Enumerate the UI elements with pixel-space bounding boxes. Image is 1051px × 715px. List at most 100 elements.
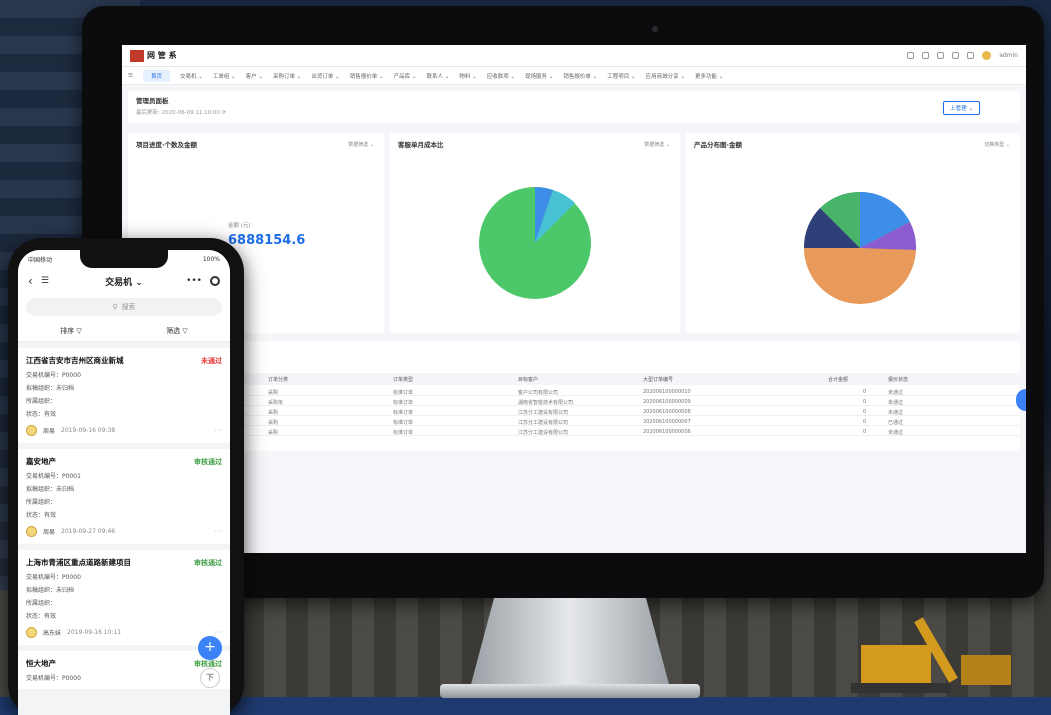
nav-item[interactable]: 更多功能 ⌄ — [695, 72, 723, 80]
list-item[interactable]: 江西省吉安市吉州区商业新城 未通过 交易机编号：P0000 拟稿组织：未归档 所… — [18, 348, 230, 443]
nav-item[interactable]: 现场服务 ⌄ — [525, 72, 553, 80]
cell: 采购 — [268, 420, 279, 426]
cell: 采购单 — [268, 400, 284, 406]
nav-item[interactable]: 销售报价单 ⌄ — [350, 72, 384, 80]
cell: 0 — [863, 419, 867, 425]
filter-button[interactable]: 筛选 ▽ — [166, 326, 188, 336]
table-row[interactable]: 采购 标准订单 江苏分工建设有限公司 202006100000006 0 未通过 — [128, 427, 1020, 436]
card-filter[interactable]: 切换类型 ⌄ — [984, 141, 1010, 148]
add-icon[interactable] — [907, 52, 915, 59]
nav-item[interactable]: 工单组 ⌄ — [213, 72, 236, 80]
excavator-illustration — [851, 617, 1011, 693]
cell: 采购 — [268, 390, 279, 396]
grid-icon[interactable] — [952, 52, 960, 59]
item-title: 上海市青浦区重点道路新建项目 — [26, 558, 131, 567]
cell: 0 — [863, 429, 867, 435]
nav-item[interactable]: 采购订单 ⌄ — [273, 72, 301, 80]
nav-item[interactable]: 工程项目 ⌄ — [607, 72, 635, 80]
card-filter[interactable]: 数据筛选 ⌄ — [348, 141, 374, 148]
monitor-stand — [470, 598, 670, 688]
search-placeholder: 搜索 — [121, 303, 136, 311]
scroll-down-button[interactable]: 下 — [200, 668, 220, 688]
item-title: 嘉安地产 — [26, 457, 56, 466]
item-line: 拟稿组织：未归档 — [26, 385, 75, 392]
cell: 江苏分工建设有限公司 — [518, 430, 569, 436]
cell: 已通过 — [888, 420, 904, 426]
card-filter[interactable]: 数据筛选 ⌄ — [644, 141, 670, 148]
phone-title[interactable]: 交易机 ⌄ — [18, 275, 230, 288]
user-name[interactable]: admin — [999, 52, 1018, 59]
col-header[interactable]: 订单分类 — [268, 376, 288, 383]
list-item[interactable]: 恒大地产 审核通过 交易机编号：P0000 — [18, 651, 230, 689]
table-row[interactable]: 采购 标准订单 江苏分工建设有限公司 202006100000007 0 已通过 — [128, 417, 1020, 426]
nav-item[interactable]: 物料 ⌄ — [459, 72, 476, 80]
amount-value: 6888154.6 — [228, 233, 306, 248]
item-user: 周易 — [43, 529, 56, 536]
cell: 202006100000010 — [643, 389, 691, 395]
nav-item[interactable]: 应用商城分享 ⌄ — [646, 72, 685, 80]
record-icon[interactable] — [210, 276, 220, 286]
nav-item[interactable]: 联系人 ⌄ — [426, 72, 449, 80]
nav-item[interactable]: 应收款项 ⌄ — [487, 72, 515, 80]
cell: 202006100000007 — [643, 419, 691, 425]
item-line: 交易机编号：P0000 — [26, 675, 81, 682]
list-item[interactable]: 上海市青浦区重点道路新建项目 审核通过 交易机编号：P0000 拟稿组织：未归档… — [18, 550, 230, 645]
phone-notch — [80, 250, 168, 268]
item-line: 状态：有效 — [26, 613, 57, 620]
status-badge: 审核通过 — [194, 458, 222, 466]
cell: 未通过 — [888, 390, 904, 396]
list-item[interactable]: 嘉安地产 审核通过 交易机编号：P0001 拟稿组织：未归档 所属组织： 状态：… — [18, 449, 230, 544]
col-header[interactable]: 大型订单编号 — [643, 376, 673, 383]
cell: 标准订单 — [393, 400, 414, 406]
table-row[interactable]: 采购单 标准订单 湖南省智能技术有限公司 202006100000009 0 未… — [128, 397, 1020, 406]
item-line: 拟稿组织：未归档 — [26, 486, 75, 493]
app-logo[interactable]: 网 管 系 — [130, 49, 240, 63]
more-icon[interactable]: ··· — [214, 426, 222, 435]
bell-icon[interactable] — [937, 52, 945, 59]
user-avatar[interactable] — [982, 51, 992, 60]
nav-menu-icon[interactable]: ☰ — [128, 73, 133, 79]
logo-text: 网 管 系 — [147, 51, 177, 60]
nav-item[interactable]: 销售报价单 ⌄ — [563, 72, 597, 80]
dashboard-title: 管理员面板 — [136, 97, 169, 105]
sort-button[interactable]: 排序 ▽ — [60, 326, 82, 336]
item-title: 江西省吉安市吉州区商业新城 — [26, 356, 124, 365]
table-header: 订单分类 订单类型 目标客户 大型订单编号 合计金额 报价状态 — [128, 373, 1020, 385]
settings-icon[interactable] — [967, 52, 975, 59]
nav-item[interactable]: 交易机 ⌄ — [180, 72, 203, 80]
nav-item[interactable]: 客户 ⌄ — [246, 72, 263, 80]
add-fab-button[interactable]: + — [198, 636, 222, 660]
topbar-actions: admin — [907, 51, 1018, 60]
col-header[interactable]: 订单类型 — [393, 376, 413, 383]
item-line: 所属组织： — [26, 600, 57, 607]
col-header[interactable]: 目标客户 — [518, 376, 538, 383]
card-title: 客服单月成本比 — [398, 141, 444, 149]
cell: 客户公司有限公司 — [518, 390, 559, 396]
card-service-cost: 客服单月成本比 数据筛选 ⌄ — [390, 133, 680, 333]
nav-item[interactable]: 出货订单 ⌄ — [311, 72, 339, 80]
item-user: 周易 — [43, 428, 56, 435]
search-input[interactable]: ⚲ 搜索 — [26, 298, 222, 316]
col-header[interactable]: 报价状态 — [888, 376, 908, 383]
more-icon[interactable]: ··· — [214, 527, 222, 536]
item-footer: 周易 2019-09-16 09:38 ··· — [26, 425, 222, 436]
item-line: 所属组织： — [26, 499, 57, 506]
item-line: 所属组织： — [26, 398, 57, 405]
table-row[interactable]: 采购 标准订单 江苏分工建设有限公司 202006100000008 0 未通过 — [128, 407, 1020, 416]
table-row[interactable]: 采购 标准订单 客户公司有限公司 202006100000010 0 未通过 — [128, 387, 1020, 396]
item-line: 拟稿组织：未归档 — [26, 587, 75, 594]
status-badge: 未通过 — [201, 357, 222, 365]
card-title: 项目进度·个数及金额 — [136, 141, 197, 149]
col-header[interactable]: 合计金额 — [828, 376, 848, 383]
item-footer: 周易 2019-09-27 09:46 ··· — [26, 526, 222, 537]
nav-item[interactable]: 产品库 ⌄ — [394, 72, 417, 80]
more-icon[interactable]: ··· — [214, 628, 222, 637]
cell: 未通过 — [888, 430, 904, 436]
status-badge: 审核通过 — [194, 559, 222, 567]
search-icon[interactable] — [922, 52, 930, 59]
item-line: 交易机编号：P0000 — [26, 372, 81, 379]
search-icon: ⚲ — [112, 303, 118, 311]
manage-button[interactable]: 上管理 ⌄ — [943, 101, 980, 115]
nav-home[interactable]: 首页 — [142, 69, 170, 82]
logo-mark-icon — [130, 49, 144, 62]
